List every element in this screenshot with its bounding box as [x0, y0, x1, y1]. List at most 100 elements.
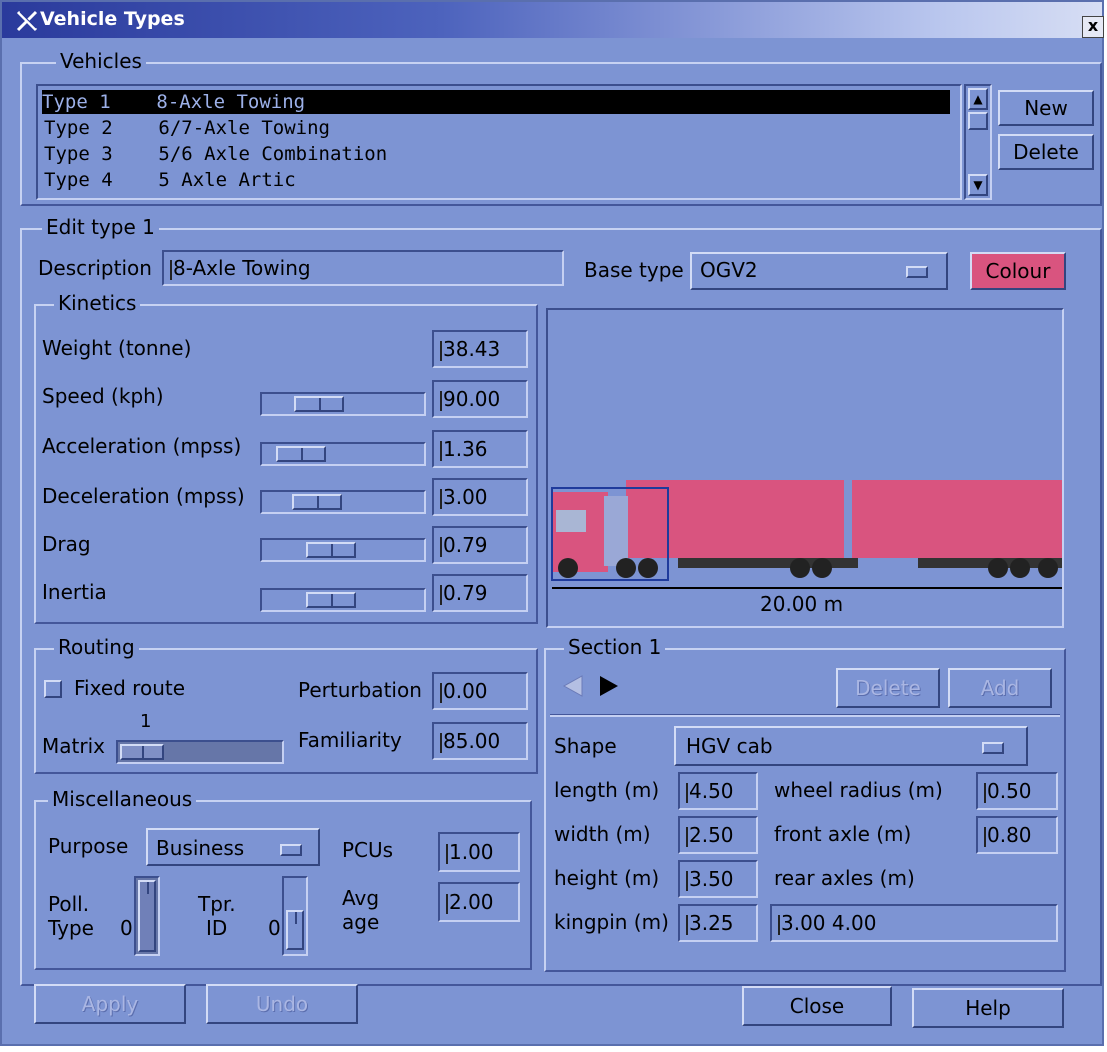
base-type-value: OGV2: [700, 258, 758, 282]
close-window-button[interactable]: x: [1082, 16, 1104, 38]
poll-type-slider[interactable]: [134, 876, 160, 956]
section-nav-arrows: [562, 675, 618, 697]
slider-thumb[interactable]: [294, 396, 344, 412]
familiarity-label: Familiarity: [298, 728, 402, 752]
vehicle-list-item[interactable]: Type 3 5/6 Axle Combination: [44, 142, 387, 166]
delete-section-button[interactable]: Delete: [836, 668, 940, 708]
purpose-dropdown[interactable]: Business: [146, 828, 320, 866]
apply-button[interactable]: Apply: [34, 984, 186, 1024]
kinetics-group-title: Kinetics: [54, 292, 141, 314]
delete-vehicle-button[interactable]: Delete: [998, 134, 1094, 170]
slider-thumb[interactable]: [306, 592, 356, 608]
description-field[interactable]: 8-Axle Towing: [162, 250, 564, 286]
poll-type-label-2: Type: [48, 916, 94, 940]
base-type-dropdown[interactable]: OGV2: [690, 252, 948, 290]
fixed-route-label: Fixed route: [74, 676, 186, 700]
slider-thumb[interactable]: [138, 880, 156, 952]
wheel-radius-field[interactable]: 0.50: [976, 772, 1058, 810]
drag-label: Drag: [42, 532, 91, 556]
front-axle-field[interactable]: 0.80: [976, 816, 1058, 854]
vehicle-types-window: Vehicle Types x Vehicles Type 1 8-Axle T…: [0, 0, 1104, 1046]
vehicle-list-item[interactable]: Type 4 5 Axle Artic: [44, 168, 296, 192]
inertia-slider[interactable]: [260, 588, 426, 612]
speed-field[interactable]: 90.00: [432, 380, 528, 418]
weight-label: Weight (tonne): [42, 336, 192, 360]
matrix-label: Matrix: [42, 734, 105, 758]
section-group-title: Section 1: [564, 636, 666, 658]
slider-thumb[interactable]: [276, 446, 326, 462]
next-section-icon[interactable]: [600, 676, 618, 696]
close-button[interactable]: Close: [742, 986, 892, 1026]
acceleration-slider[interactable]: [260, 442, 426, 466]
previous-section-icon[interactable]: [562, 675, 583, 697]
length-label: length (m): [554, 778, 660, 802]
purpose-label: Purpose: [48, 834, 129, 858]
pcus-label: PCUs: [342, 838, 394, 862]
section-divider: [550, 714, 1060, 717]
colour-button[interactable]: Colour: [970, 252, 1066, 290]
tpr-id-value: 0: [268, 916, 281, 940]
tpr-id-label-2: ID: [206, 916, 228, 940]
front-axle-label: front axle (m): [774, 822, 912, 846]
wheel: [1038, 558, 1058, 578]
add-section-button[interactable]: Add: [948, 668, 1052, 708]
matrix-value: 1: [140, 711, 152, 732]
purpose-value: Business: [156, 836, 245, 860]
avg-age-label-1: Avg: [342, 886, 380, 910]
dropdown-indicator-icon: [280, 844, 302, 856]
poll-type-label-1: Poll.: [48, 892, 90, 916]
slider-thumb[interactable]: [292, 494, 342, 510]
window-title: Vehicle Types: [40, 8, 185, 30]
rear-axles-label: rear axles (m): [774, 866, 915, 890]
dropdown-indicator-icon: [906, 266, 928, 278]
acceleration-field[interactable]: 1.36: [432, 430, 528, 468]
cab-side: [604, 496, 628, 566]
weight-field[interactable]: 38.43: [432, 330, 528, 368]
vehicle-list-scrollbar[interactable]: ▲ ▼: [964, 84, 992, 200]
shape-dropdown[interactable]: HGV cab: [674, 726, 1028, 766]
vehicle-list[interactable]: Type 1 8-Axle Towing Type 2 6/7-Axle Tow…: [36, 84, 962, 200]
avg-age-field[interactable]: 2.00: [438, 882, 520, 922]
slider-thumb[interactable]: [120, 744, 164, 760]
slider-thumb[interactable]: [286, 910, 304, 950]
deceleration-slider[interactable]: [260, 490, 426, 514]
acceleration-label: Acceleration (mpss): [42, 434, 242, 458]
height-label: height (m): [554, 866, 660, 890]
width-field[interactable]: 2.50: [678, 816, 758, 854]
height-field[interactable]: 3.50: [678, 860, 758, 898]
wheel: [616, 558, 636, 578]
familiarity-field[interactable]: 85.00: [432, 722, 528, 760]
app-x-icon: [16, 10, 38, 32]
vehicle-list-item[interactable]: Type 1 8-Axle Towing: [42, 90, 950, 114]
vehicle-preview: 20.00 m: [546, 308, 1064, 628]
slider-thumb[interactable]: [306, 542, 356, 558]
undo-button[interactable]: Undo: [206, 984, 358, 1024]
shape-value: HGV cab: [686, 734, 773, 758]
kingpin-field[interactable]: 3.25: [678, 904, 758, 942]
fixed-route-checkbox[interactable]: [44, 680, 62, 698]
pcus-field[interactable]: 1.00: [438, 832, 520, 872]
rear-axles-field[interactable]: 3.00 4.00: [770, 904, 1058, 942]
deceleration-field[interactable]: 3.00: [432, 478, 528, 516]
wheel: [812, 558, 832, 578]
speed-slider[interactable]: [260, 392, 426, 416]
new-button[interactable]: New: [998, 90, 1094, 126]
wheel: [558, 558, 578, 578]
inertia-field[interactable]: 0.79: [432, 574, 528, 612]
scroll-down-arrow-icon[interactable]: ▼: [968, 174, 988, 196]
scroll-up-arrow-icon[interactable]: ▲: [968, 88, 988, 110]
perturbation-field[interactable]: 0.00: [432, 672, 528, 710]
matrix-slider[interactable]: [116, 740, 284, 764]
vehicle-preview-drawing: [551, 480, 1062, 589]
tpr-id-slider[interactable]: [282, 876, 308, 956]
drag-slider[interactable]: [260, 538, 426, 562]
drag-field[interactable]: 0.79: [432, 526, 528, 564]
scrollbar-thumb[interactable]: [968, 112, 988, 130]
wheel: [790, 558, 810, 578]
help-button[interactable]: Help: [912, 988, 1064, 1028]
description-label: Description: [38, 256, 152, 280]
title-bar: Vehicle Types x: [2, 2, 1104, 38]
wheel: [988, 558, 1008, 578]
length-field[interactable]: 4.50: [678, 772, 758, 810]
vehicle-list-item[interactable]: Type 2 6/7-Axle Towing: [44, 116, 330, 140]
